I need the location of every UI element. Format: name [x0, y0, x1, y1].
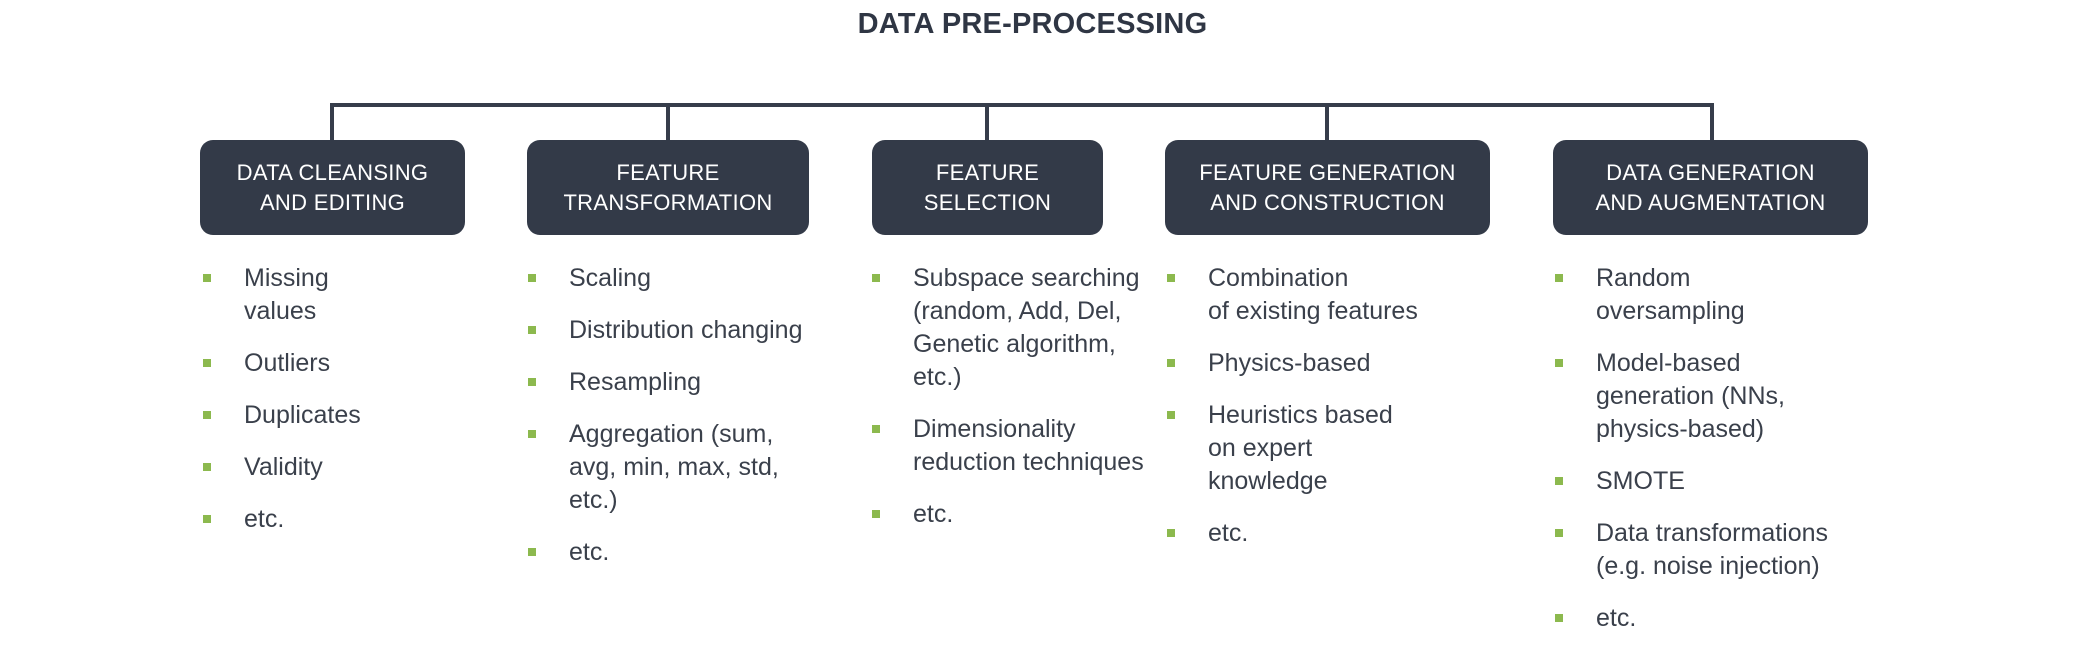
list-feature-selection: Subspace searching (random, Add, Del, Gene…	[869, 262, 1144, 550]
list-item: Aggregation (sum, avg, min, max, std, etc.…	[525, 418, 802, 517]
bullet-icon	[1555, 614, 1563, 622]
bullet-icon	[872, 274, 880, 282]
list-item: Random oversampling	[1552, 262, 1828, 328]
category-heading-line: FEATURE	[935, 159, 1040, 185]
category-box-data-generation: DATA GENERATION AND AUGMENTATION	[1553, 140, 1868, 235]
bullet-icon	[528, 430, 536, 438]
list-feature-transformation: Scaling Distribution changing Resampling…	[525, 262, 802, 588]
bullet-icon	[1167, 274, 1175, 282]
list-item: Combination of existing features	[1164, 262, 1418, 328]
bullet-icon	[1555, 274, 1563, 282]
bullet-icon	[1167, 529, 1175, 537]
bullet-icon	[528, 548, 536, 556]
category-heading-line: AND AUGMENTATION	[1595, 189, 1826, 215]
list-item: Missing values	[200, 262, 361, 328]
tree-branch-connector	[985, 103, 989, 141]
tree-horizontal-connector	[330, 103, 1714, 107]
diagram-title: DATA PRE-PROCESSING	[857, 8, 1208, 40]
list-item: etc.	[525, 536, 802, 569]
category-heading-line: AND CONSTRUCTION	[1210, 189, 1445, 215]
tree-branch-connector	[1325, 103, 1329, 141]
bullet-icon	[1555, 359, 1563, 367]
category-heading-line: TRANSFORMATION	[563, 189, 773, 215]
list-item: SMOTE	[1552, 465, 1828, 498]
bullet-icon	[203, 515, 211, 523]
list-item: etc.	[200, 503, 361, 536]
bullet-icon	[203, 274, 211, 282]
list-item: Physics-based	[1164, 347, 1418, 380]
list-item: Subspace searching (random, Add, Del, Gene…	[869, 262, 1144, 394]
bullet-icon	[1167, 411, 1175, 419]
tree-branch-connector	[666, 103, 670, 141]
bullet-icon	[203, 359, 211, 367]
list-item: Duplicates	[200, 399, 361, 432]
list-item: etc.	[1164, 517, 1418, 550]
list-item: Heuristics based on expert knowledge	[1164, 399, 1418, 498]
category-box-feature-selection: FEATURE SELECTION	[872, 140, 1103, 235]
list-data-generation: Random oversampling Model-based generation…	[1552, 262, 1828, 654]
category-heading-line: SELECTION	[923, 189, 1052, 215]
category-heading-line: FEATURE	[616, 159, 720, 185]
bullet-icon	[203, 411, 211, 419]
list-item: Resampling	[525, 366, 802, 399]
category-heading-line: FEATURE GENERATION	[1199, 159, 1456, 185]
list-item: Validity	[200, 451, 361, 484]
bullet-icon	[528, 326, 536, 334]
bullet-icon	[1555, 529, 1563, 537]
bullet-icon	[528, 378, 536, 386]
bullet-icon	[1167, 359, 1175, 367]
list-item: Dimensionality reduction techniques	[869, 413, 1144, 479]
list-item: Outliers	[200, 347, 361, 380]
list-feature-generation: Combination of existing features Physics-…	[1164, 262, 1418, 569]
bullet-icon	[872, 425, 880, 433]
category-heading-line: AND EDITING	[259, 189, 406, 215]
list-item: Model-based generation (NNs, physics-based…	[1552, 347, 1828, 446]
list-item: etc.	[869, 498, 1144, 531]
bullet-icon	[1555, 477, 1563, 485]
bullet-icon	[872, 510, 880, 518]
list-item: Distribution changing	[525, 314, 802, 347]
category-box-feature-transformation: FEATURE TRANSFORMATION	[527, 140, 809, 235]
bullet-icon	[203, 463, 211, 471]
tree-branch-connector	[330, 103, 334, 141]
list-item: etc.	[1552, 602, 1828, 635]
list-item: Scaling	[525, 262, 802, 295]
category-box-data-cleansing: DATA CLEANSING AND EDITING	[200, 140, 465, 235]
category-box-feature-generation: FEATURE GENERATION AND CONSTRUCTION	[1165, 140, 1490, 235]
category-heading-line: DATA CLEANSING	[236, 159, 429, 185]
bullet-icon	[528, 274, 536, 282]
tree-branch-connector	[1710, 103, 1714, 141]
list-item: Data transformations (e.g. noise injectio…	[1552, 517, 1828, 583]
category-heading-line: DATA GENERATION	[1606, 159, 1815, 185]
list-data-cleansing: Missing values Outliers Duplicates Validi…	[200, 262, 361, 555]
